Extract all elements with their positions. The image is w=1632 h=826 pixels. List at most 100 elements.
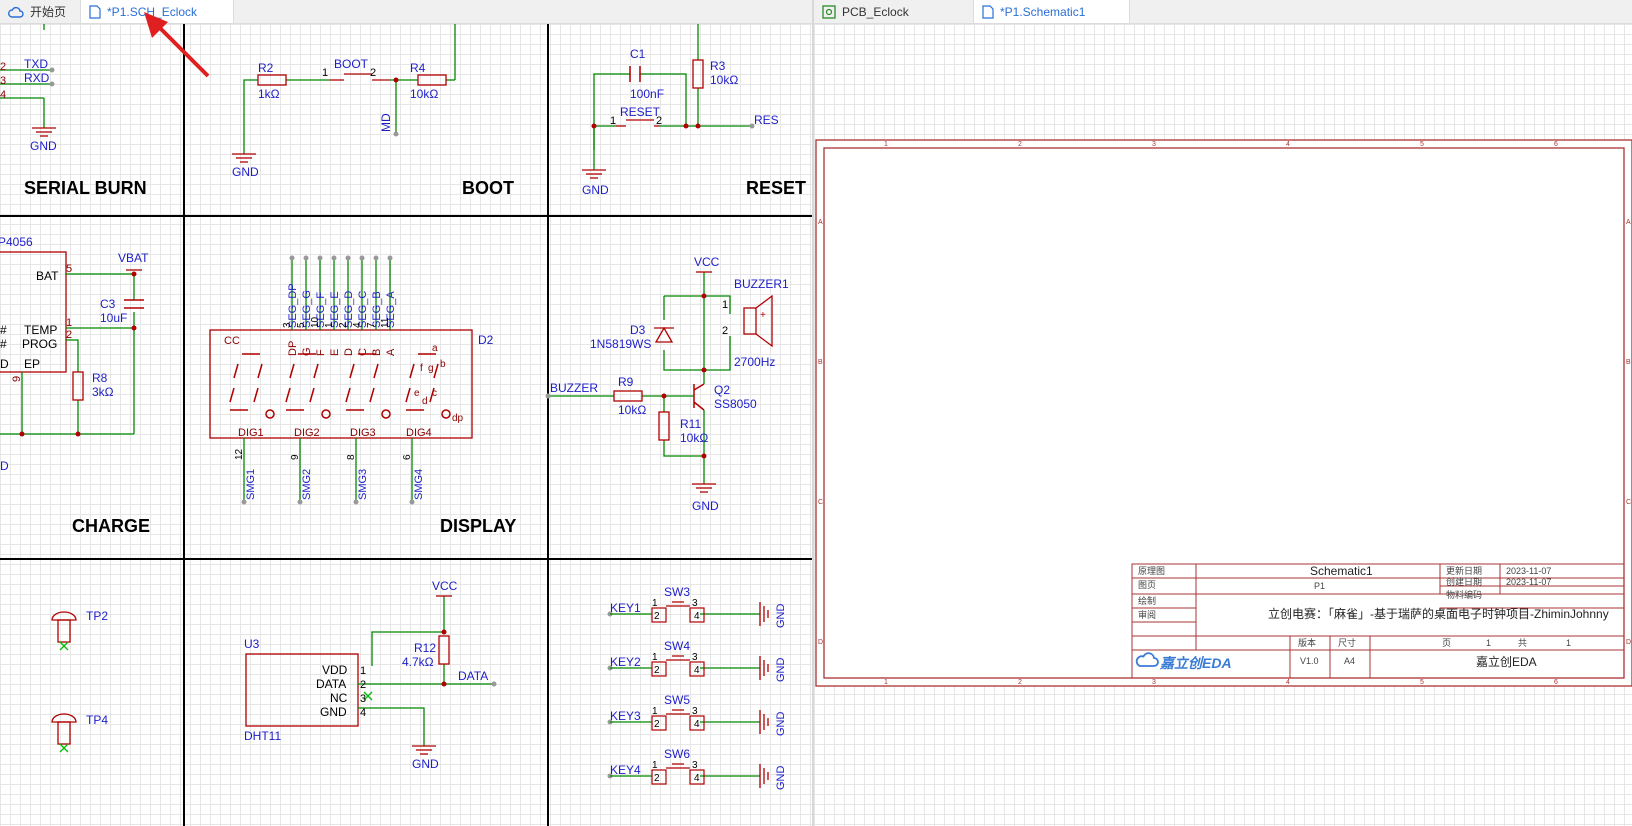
charge-pin-9: 9 (11, 376, 23, 382)
border-col-mark: 6 (1554, 679, 1558, 686)
charge-pin-5: 5 (66, 263, 72, 275)
vbat-label: VBAT (118, 251, 149, 265)
serial-pin-4: 4 (0, 89, 6, 101)
u3-ref: U3 (244, 637, 260, 651)
border-col-mark: 4 (1286, 679, 1290, 686)
seg-net-label: SEG_C (357, 291, 369, 328)
tb-page-no: 1 (1486, 638, 1491, 648)
key-gnd-label: GND (775, 766, 787, 791)
switch-pin-number: 4 (694, 773, 700, 784)
seg-pin-number: 11 (380, 317, 391, 328)
q2-value: SS8050 (714, 397, 757, 411)
reset-switch-label: RESET (620, 105, 661, 119)
tb-page-label: 页 (1442, 638, 1451, 648)
seg-pin-name: B (371, 349, 383, 356)
seg-pin-number: 2 (338, 322, 349, 328)
buzzer-freq: 2700Hz (734, 355, 775, 369)
schematic-drawing: 2 3 4 TXD RXD GND SERIAL BURN R2 1kΩ R4 … (0, 24, 812, 826)
r11-resistor (658, 411, 670, 441)
switch-pin-number: 3 (692, 598, 698, 609)
c3-capacitor (124, 299, 144, 309)
seg-pin-number: 4 (352, 322, 363, 328)
document-icon (89, 4, 101, 19)
tp4-label: TP4 (86, 713, 108, 727)
tb-updated: 2023-11-07 (1506, 566, 1551, 576)
r4-resistor (417, 74, 447, 86)
tb-row-review: 审阅 (1138, 609, 1156, 620)
tb-row-schematic: 原理图 (1138, 566, 1165, 576)
digit-pin-number: 9 (290, 454, 301, 460)
seg-pin-name: DP (287, 341, 299, 356)
border-row-mark: A (818, 219, 823, 226)
schematic-canvas-left[interactable]: 2 3 4 TXD RXD GND SERIAL BURN R2 1kΩ R4 … (0, 24, 812, 826)
tab-schematic1[interactable]: *P1.Schematic1 (974, 0, 1130, 23)
tb-total-label: 共 (1518, 638, 1527, 648)
block-title-boot: BOOT (462, 178, 514, 198)
gnd-symbol (759, 602, 769, 626)
digit-pin-name: DIG4 (406, 427, 432, 439)
boot-gnd-label: GND (232, 165, 259, 179)
boot-pin-2: 2 (370, 67, 376, 79)
buzzer-net-label: BUZZER (550, 381, 598, 395)
switch-pin-number: 4 (694, 611, 700, 622)
rxd-net-label: RXD (24, 71, 50, 85)
switch-pin-number: 3 (692, 760, 698, 771)
r9-value: 10kΩ (618, 403, 646, 417)
seg-letter-e: e (414, 388, 420, 399)
tab-start-page[interactable]: 开始页 (0, 0, 82, 23)
sheet-outer-border (815, 139, 1632, 687)
tab-sch-eclock[interactable]: *P1.SCH_Eclock (81, 0, 235, 23)
switch-pin-number: 4 (694, 665, 700, 676)
gnd-d-label: D (0, 459, 9, 473)
digit-glyphs (229, 353, 451, 419)
pin-ep: EP (24, 357, 40, 371)
reset-gnd-label: GND (582, 183, 609, 197)
border-col-mark: 5 (1420, 679, 1424, 686)
key-net-label: KEY1 (610, 601, 641, 615)
switch-actuator (666, 601, 690, 607)
seg-net-dot (289, 255, 295, 261)
buzzer-block: VCC BUZZER1 2700Hz 1 2 + D3 1N5819WS BUZ… (545, 255, 789, 513)
seg-pin-number: 5 (296, 322, 307, 328)
border-row-mark: D (1626, 639, 1631, 646)
document-icon (982, 4, 994, 19)
seg-net-dot (331, 255, 337, 261)
dht-pin-3: 3 (360, 693, 366, 705)
seg-pin-number: 1 (324, 322, 335, 328)
c1-capacitor (629, 66, 641, 82)
block-title-display: DISPLAY (440, 516, 516, 536)
border-col-mark: 2 (1018, 141, 1022, 148)
switch-pin-number: 3 (692, 652, 698, 663)
border-col-mark: 3 (1152, 141, 1156, 148)
tb-created-label: 创建日期 (1446, 576, 1482, 587)
seg-letter-c: c (432, 388, 437, 399)
key-gnd-label: GND (775, 712, 787, 737)
tab-label: *P1.SCH_Eclock (107, 4, 198, 19)
schematic-canvas-right[interactable]: 1 1 2 2 3 3 4 4 5 5 6 6 A A B B C C D D 原理图 图页 绘制 审阅 Schema… (814, 24, 1632, 826)
switch-pin-number: 1 (652, 706, 658, 717)
digit-pin-name: DIG2 (294, 427, 320, 439)
pcb-icon (822, 4, 836, 19)
tab-label: PCB_Eclock (842, 4, 909, 19)
logo-text: 嘉立创EDA (1159, 655, 1232, 671)
tab-pcb-eclock[interactable]: PCB_Eclock (814, 0, 974, 23)
switch-pin-number: 1 (652, 598, 658, 609)
r2-ref: R2 (258, 61, 274, 75)
tb-company: 嘉立创EDA (1476, 654, 1537, 669)
seg-net-dot (359, 255, 365, 261)
r3-value: 10kΩ (710, 73, 738, 87)
buzzer-pin-1: 1 (722, 299, 728, 311)
r3-resistor (692, 59, 704, 89)
seg-letter-b: b (440, 359, 446, 370)
reset-pin-2: 2 (656, 115, 662, 127)
block-title-reset: RESET (746, 178, 806, 198)
r9-resistor (613, 390, 643, 402)
charge-block: P4056 BAT TEMP PROG EP # # D D 5 1 2 9 V… (0, 235, 150, 536)
r12-resistor (438, 635, 450, 665)
gnd-symbol (759, 764, 769, 788)
r4-value: 10kΩ (410, 87, 438, 101)
seg-pin-number: 3 (282, 322, 293, 328)
seg-letter-g: g (428, 363, 434, 374)
border-col-mark: 4 (1286, 141, 1290, 148)
pin-hash-1: # (0, 323, 7, 337)
